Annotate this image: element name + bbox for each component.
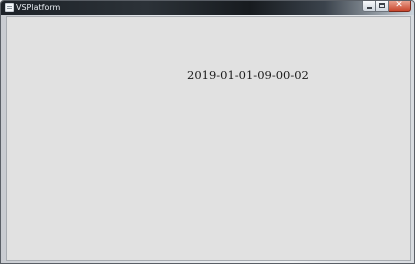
close-icon: ✕ <box>395 0 403 10</box>
window-title: VSPlatform <box>16 3 61 12</box>
close-button[interactable]: ✕ <box>389 1 411 12</box>
minimize-button[interactable] <box>362 1 376 12</box>
title-bar[interactable]: VSPlatform ✕ <box>1 1 414 15</box>
minimize-icon <box>367 7 372 9</box>
app-window: VSPlatform ✕ 2019-01-01-09-00-02 <box>0 0 415 264</box>
client-area: 2019-01-01-09-00-02 <box>6 16 411 261</box>
maximize-icon <box>379 3 385 8</box>
timestamp-label: 2019-01-01-09-00-02 <box>187 68 309 82</box>
window-controls: ✕ <box>362 1 411 12</box>
application-icon[interactable] <box>5 3 14 12</box>
maximize-button[interactable] <box>376 1 389 12</box>
